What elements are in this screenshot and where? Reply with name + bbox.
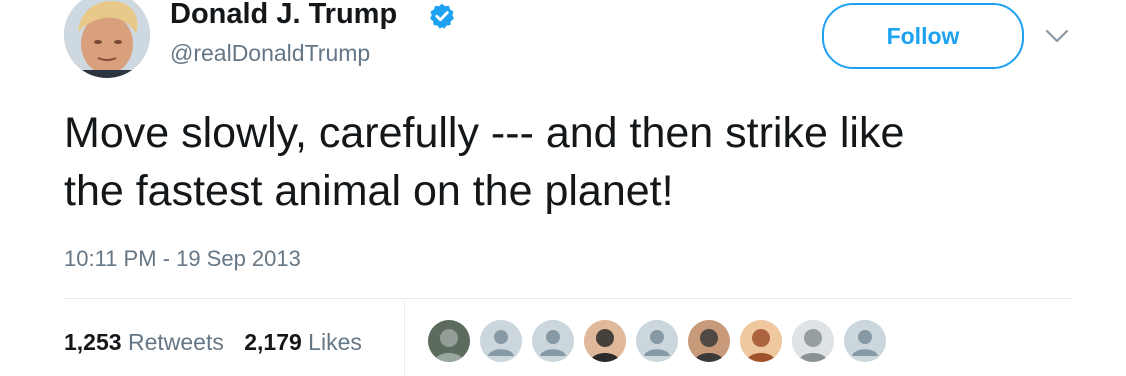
- liker-photo-icon: [584, 320, 626, 362]
- default-avatar-icon: [844, 320, 886, 362]
- user-avatar[interactable]: [64, 0, 150, 78]
- default-avatar-icon: [532, 320, 574, 362]
- profile-photo-icon: [64, 0, 150, 78]
- liker-avatar[interactable]: [532, 320, 574, 362]
- tweet-timestamp[interactable]: 10:11 PM - 19 Sep 2013: [64, 244, 301, 274]
- tweet-menu-button[interactable]: [1040, 22, 1074, 50]
- likes-stat[interactable]: 2,179 Likes: [244, 326, 362, 358]
- liker-avatar[interactable]: [480, 320, 522, 362]
- tweet-card: Donald J. Trump @realDonaldTrump Follow …: [0, 0, 1126, 376]
- likes-count: 2,179: [244, 329, 302, 355]
- follow-button[interactable]: Follow: [822, 3, 1024, 69]
- liker-photo-icon: [740, 320, 782, 362]
- verified-badge-icon: [430, 3, 454, 29]
- tweet-stats: 1,253 Retweets 2,179 Likes: [64, 326, 376, 358]
- liker-avatar[interactable]: [428, 320, 470, 362]
- display-name[interactable]: Donald J. Trump: [170, 0, 397, 32]
- liker-avatar[interactable]: [844, 320, 886, 362]
- user-handle[interactable]: @realDonaldTrump: [170, 38, 370, 68]
- liker-photo-icon: [688, 320, 730, 362]
- liker-photo-icon: [792, 320, 834, 362]
- retweets-label: Retweets: [127, 329, 224, 355]
- liker-avatar[interactable]: [688, 320, 730, 362]
- tweet-text: Move slowly, carefully --- and then stri…: [64, 109, 905, 215]
- chevron-down-icon: [1045, 29, 1069, 43]
- divider: [64, 298, 1072, 299]
- default-avatar-icon: [636, 320, 678, 362]
- liker-photo-icon: [428, 320, 470, 362]
- likes-label: Likes: [308, 329, 362, 355]
- retweets-count: 1,253: [64, 329, 122, 355]
- retweets-stat[interactable]: 1,253 Retweets: [64, 326, 224, 358]
- default-avatar-icon: [480, 320, 522, 362]
- liker-avatar[interactable]: [584, 320, 626, 362]
- liker-avatar[interactable]: [740, 320, 782, 362]
- liker-avatar[interactable]: [792, 320, 834, 362]
- liker-avatar[interactable]: [636, 320, 678, 362]
- stats-divider: [404, 300, 405, 376]
